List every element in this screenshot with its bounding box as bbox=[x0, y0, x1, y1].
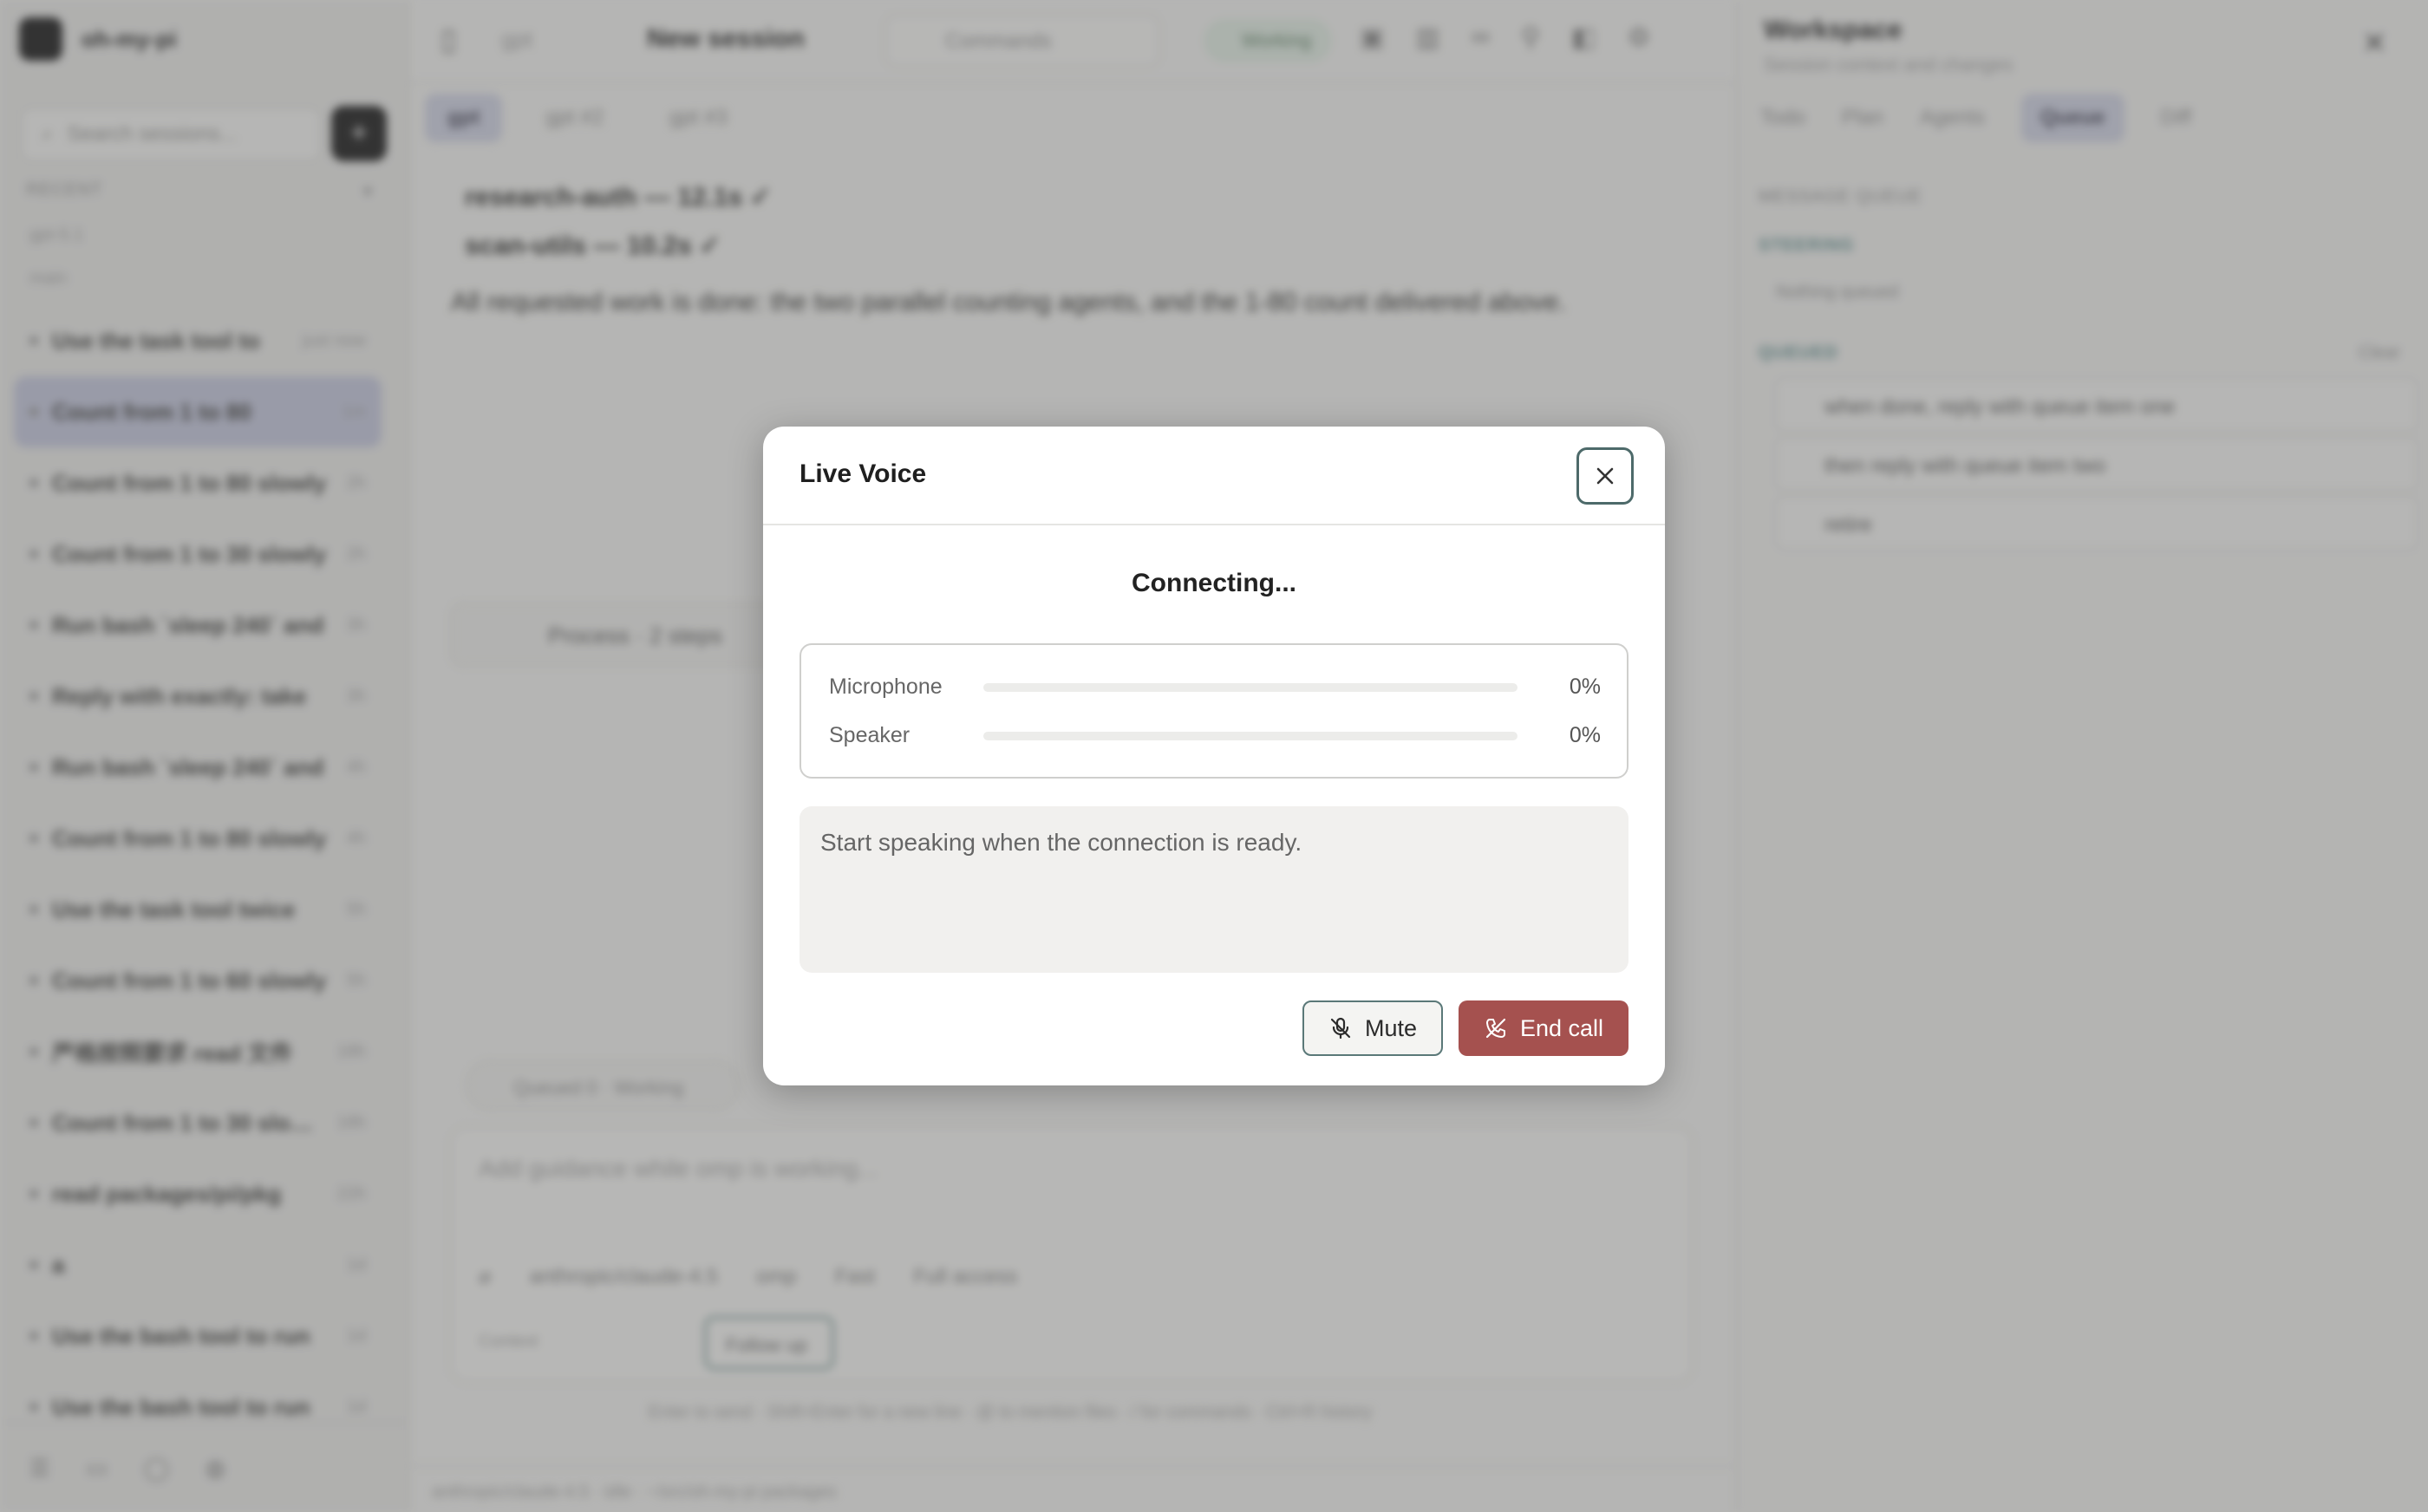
mic-off-icon bbox=[1330, 1017, 1351, 1040]
connection-status: Connecting... bbox=[1132, 569, 1296, 597]
speaker-label: Speaker bbox=[829, 723, 910, 747]
microphone-label: Microphone bbox=[829, 675, 943, 699]
close-button[interactable] bbox=[1576, 447, 1634, 505]
dialog-header: Live Voice bbox=[763, 427, 1665, 525]
microphone-meter bbox=[983, 683, 1518, 692]
speaker-percent: 0% bbox=[1569, 723, 1601, 747]
transcript-placeholder: Start speaking when the connection is re… bbox=[820, 829, 1302, 856]
speaker-meter bbox=[983, 732, 1518, 740]
mute-label: Mute bbox=[1364, 1014, 1418, 1041]
end-call-label: End call bbox=[1519, 1014, 1604, 1041]
mute-button[interactable]: Mute bbox=[1302, 1000, 1443, 1056]
voice-transcript: Start speaking when the connection is re… bbox=[800, 806, 1628, 973]
dialog-title: Live Voice bbox=[800, 459, 927, 488]
close-icon bbox=[1596, 467, 1614, 485]
audio-levels: Microphone 0% Speaker 0% bbox=[800, 643, 1628, 779]
microphone-level-row: Microphone 0% bbox=[801, 669, 1627, 704]
speaker-level-row: Speaker 0% bbox=[801, 718, 1627, 753]
phone-off-icon bbox=[1485, 1018, 1506, 1039]
end-call-button[interactable]: End call bbox=[1459, 1000, 1628, 1056]
microphone-percent: 0% bbox=[1569, 675, 1601, 699]
live-voice-dialog: Live Voice Connecting... Microphone 0% S… bbox=[763, 427, 1665, 1085]
